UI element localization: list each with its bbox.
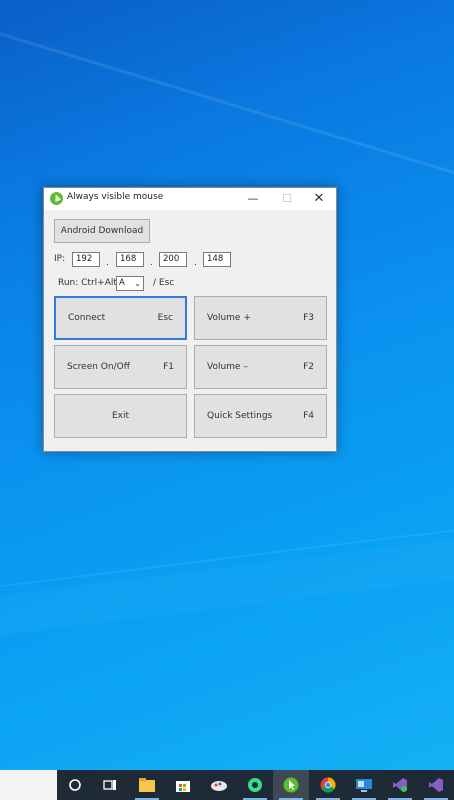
file-explorer-icon[interactable] [129,770,165,800]
ip-separator: . [194,258,197,268]
quick-settings-button[interactable]: Quick Settings F4 [194,394,327,438]
app-window: Always visible mouse — ☐ ✕ Android Downl… [43,187,337,452]
volume-up-shortcut: F3 [303,313,314,323]
task-view-icon[interactable] [92,770,128,800]
always-visible-mouse-icon[interactable] [273,770,309,800]
android-download-label: Android Download [60,226,144,236]
screen-toggle-label: Screen On/Off [67,362,130,372]
ip-separator: . [106,258,109,268]
exit-button[interactable]: Exit [54,394,187,438]
volume-down-label: Volume – [207,362,248,372]
taskbar [0,770,454,800]
screen-toggle-shortcut: F1 [163,362,174,372]
ip-separator: . [150,258,153,268]
chevron-down-icon: ⌄ [134,279,141,288]
volume-down-shortcut: F2 [303,362,314,372]
android-download-button[interactable]: Android Download [54,219,150,243]
visual-studio-icon[interactable] [382,770,418,800]
quick-settings-shortcut: F4 [303,411,314,421]
maximize-button[interactable]: ☐ [270,188,304,210]
paint-icon[interactable] [201,770,237,800]
ip-octet-2-input[interactable]: 168 [116,252,144,267]
ip-octet-4-input[interactable]: 148 [203,252,231,267]
screen-toggle-button[interactable]: Screen On/Off F1 [54,345,187,389]
volume-up-label: Volume + [207,313,251,323]
connect-button[interactable]: Connect Esc [54,296,187,340]
remote-desktop-icon[interactable] [346,770,382,800]
exit-label: Exit [111,411,130,421]
store-icon[interactable] [165,770,201,800]
ip-label: IP: [54,254,66,264]
window-title: Always visible mouse [67,192,164,202]
quick-settings-label: Quick Settings [207,411,273,421]
volume-down-button[interactable]: Volume – F2 [194,345,327,389]
ip-octet-1-input[interactable]: 192 [72,252,100,267]
connect-label: Connect [68,313,106,323]
hotkey-select[interactable]: A ⌄ [116,276,144,291]
ip-octet-3-input[interactable]: 200 [159,252,187,267]
cortana-icon[interactable] [57,770,93,800]
app-mouse-icon [50,192,63,205]
taskbar-search-box[interactable] [0,770,57,800]
connect-shortcut: Esc [157,313,173,323]
run-hotkey-label: Run: Ctrl+Alt+ [58,278,125,288]
visual-studio-preview-icon[interactable] [418,770,454,800]
hotkey-select-value: A [119,278,125,288]
close-button[interactable]: ✕ [302,188,336,210]
title-bar[interactable]: Always visible mouse — ☐ ✕ [44,188,336,210]
android-studio-icon[interactable] [237,770,273,800]
chrome-icon[interactable] [310,770,346,800]
run-escape-label: / Esc [153,278,175,288]
volume-up-button[interactable]: Volume + F3 [194,296,327,340]
minimize-button[interactable]: — [236,188,270,210]
